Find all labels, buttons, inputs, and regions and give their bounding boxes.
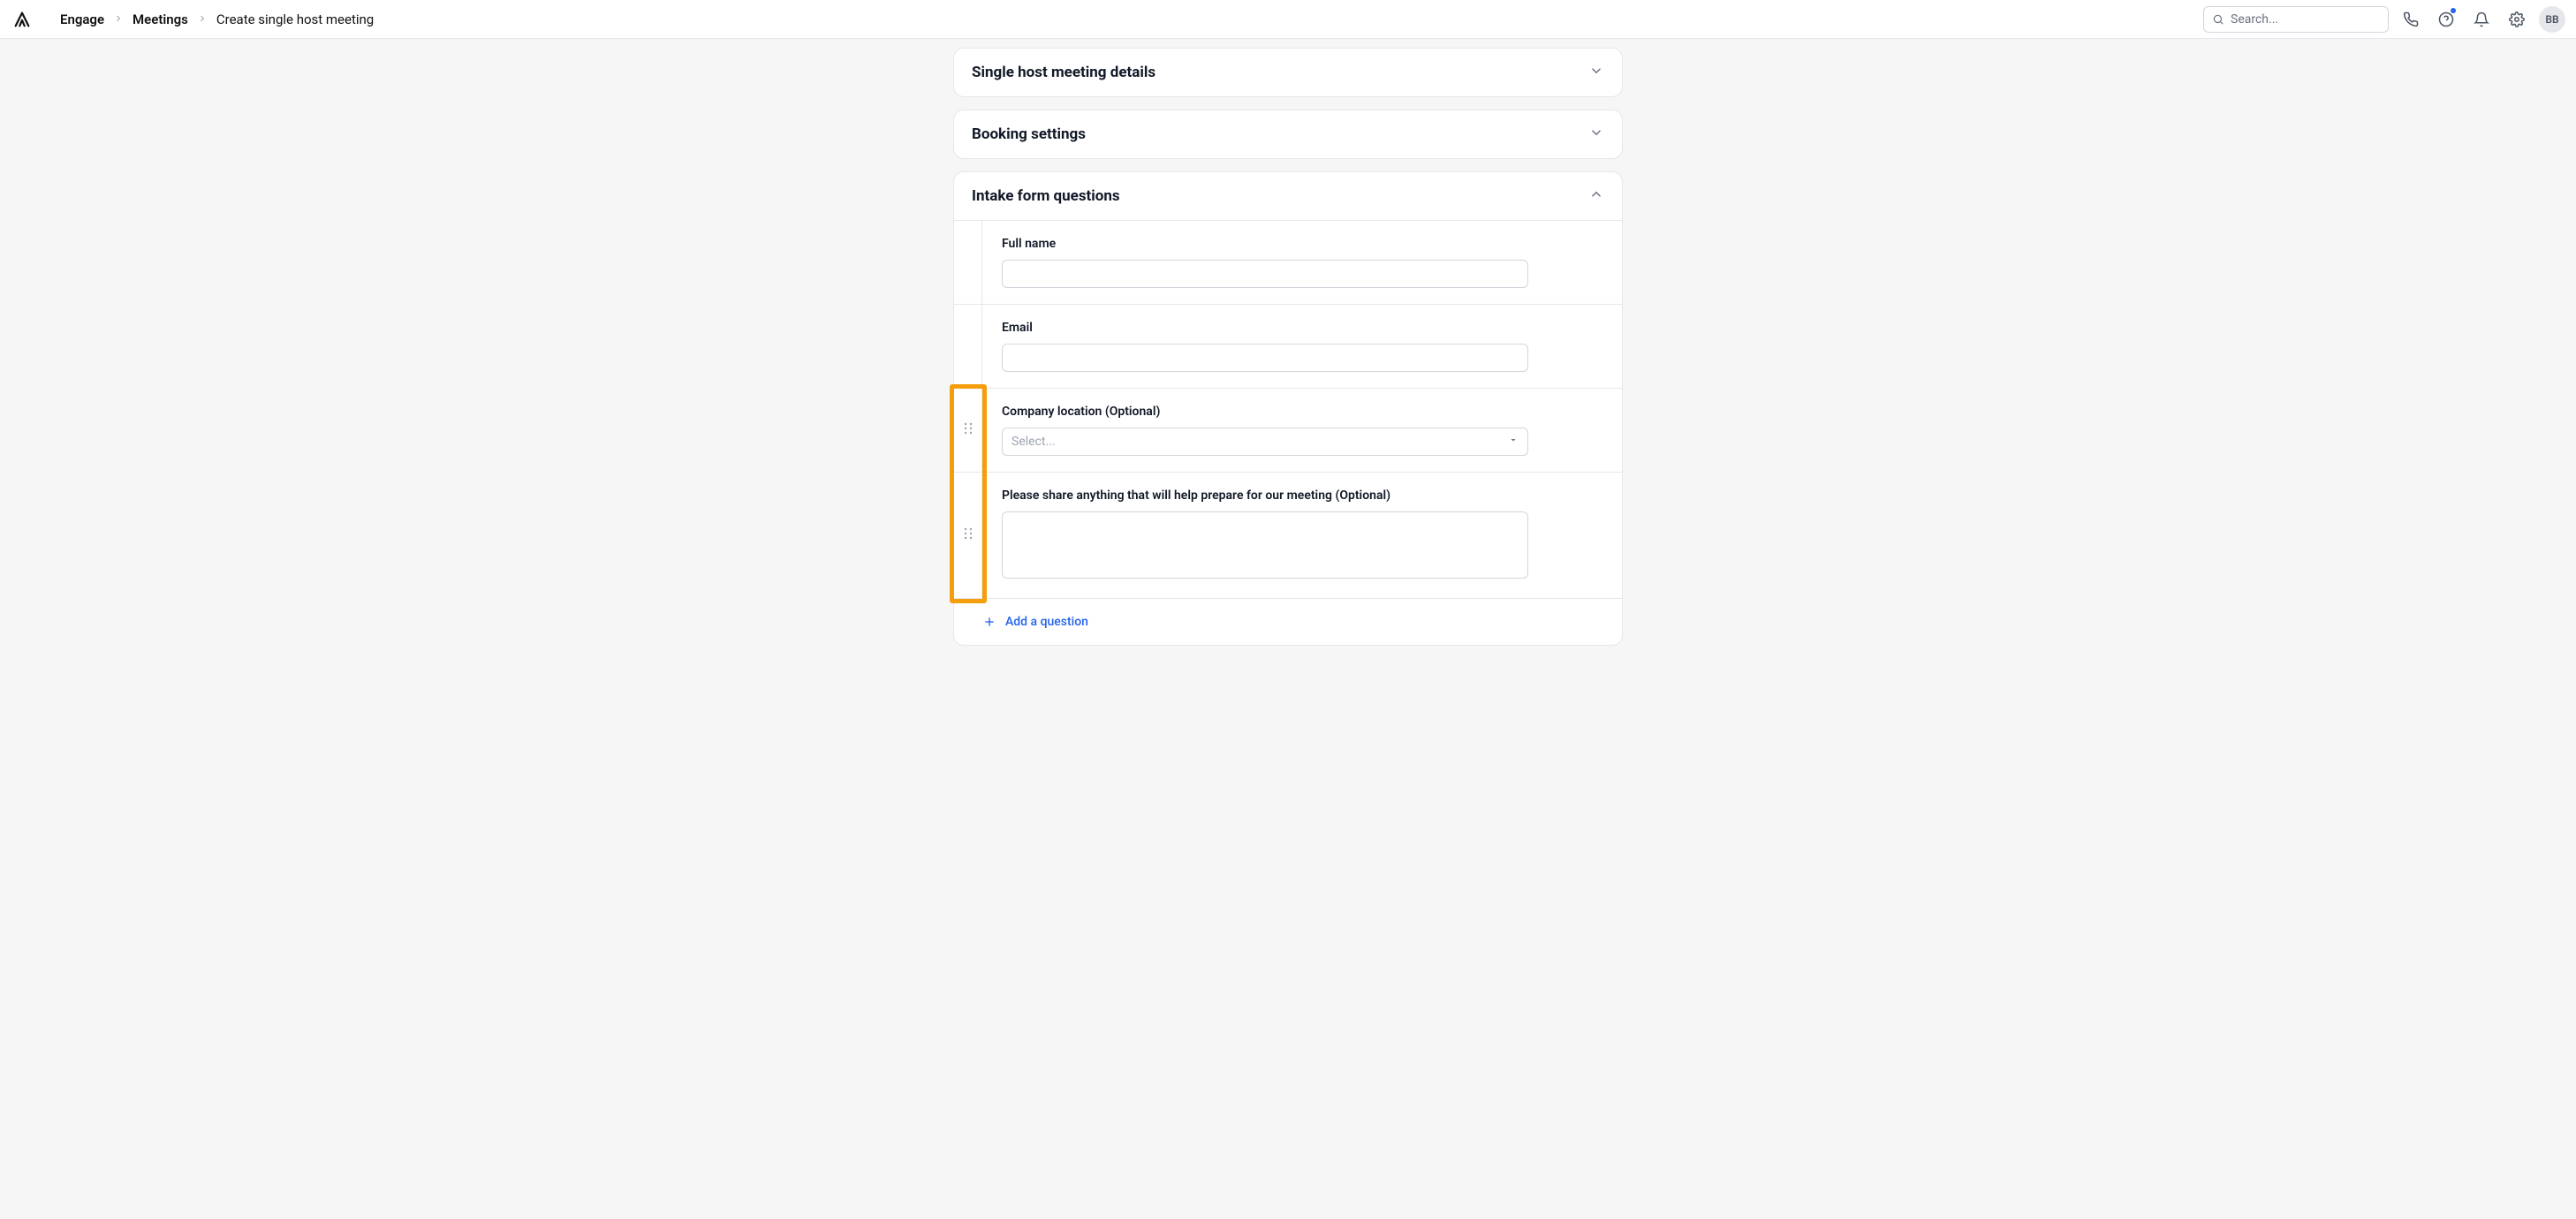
question-label: Full name — [1002, 237, 1528, 251]
breadcrumb-current: Create single host meeting — [216, 11, 374, 27]
grip-column — [954, 221, 982, 304]
add-question-label: Add a question — [1005, 615, 1088, 629]
question-content: Company location (Optional) Select... — [982, 389, 1622, 472]
page: Single host meeting details Booking sett… — [0, 39, 2576, 1219]
drag-handle-icon[interactable] — [964, 527, 973, 543]
bell-icon[interactable] — [2468, 6, 2495, 33]
intake-body: Full name Email Company location (Optional… — [954, 220, 1622, 599]
search-icon — [2212, 13, 2224, 26]
help-icon[interactable] — [2433, 6, 2459, 33]
intake-card: Intake form questions Full name Email Comp… — [953, 171, 1623, 646]
question-row: Email — [954, 305, 1622, 389]
add-question-button[interactable]: Add a question — [954, 599, 1622, 645]
breadcrumb: Engage Meetings Create single host meeti… — [60, 11, 374, 27]
caret-down-icon — [1508, 435, 1519, 449]
select-input[interactable]: Select... — [1002, 428, 1528, 456]
booking-card-title: Booking settings — [972, 125, 1086, 143]
chevron-down-icon — [1588, 125, 1604, 144]
question-label: Email — [1002, 321, 1528, 335]
notification-dot — [2451, 8, 2456, 13]
booking-card: Booking settings — [953, 110, 1623, 159]
select-placeholder: Select... — [1011, 435, 1056, 449]
form-container: Single host meeting details Booking sett… — [953, 48, 1623, 646]
details-card-title: Single host meeting details — [972, 64, 1155, 81]
grip-column — [954, 389, 982, 472]
search-wrap — [2203, 6, 2389, 33]
grip-column — [954, 473, 982, 598]
question-label: Company location (Optional) — [1002, 405, 1528, 419]
gear-icon[interactable] — [2504, 6, 2530, 33]
textarea-input[interactable] — [1002, 511, 1528, 579]
chevron-up-icon — [1588, 186, 1604, 206]
question-content: Email — [982, 305, 1622, 388]
question-row: Company location (Optional) Select... — [954, 389, 1622, 473]
question-row: Please share anything that will help pre… — [954, 473, 1622, 599]
breadcrumb-meetings[interactable]: Meetings — [133, 11, 188, 27]
question-row: Full name — [954, 221, 1622, 305]
plus-icon — [982, 615, 996, 629]
chevron-down-icon — [1588, 63, 1604, 82]
phone-icon[interactable] — [2398, 6, 2424, 33]
chevron-right-icon — [113, 11, 124, 27]
text-input[interactable] — [1002, 260, 1528, 288]
topbar: Engage Meetings Create single host meeti… — [0, 0, 2576, 39]
topbar-actions: BB — [2203, 6, 2565, 33]
details-card: Single host meeting details — [953, 48, 1623, 97]
text-input[interactable] — [1002, 344, 1528, 372]
drag-handle-icon[interactable] — [964, 422, 973, 438]
intake-card-title: Intake form questions — [972, 187, 1120, 205]
question-label: Please share anything that will help pre… — [1002, 488, 1528, 503]
brand-logo[interactable] — [12, 10, 32, 29]
grip-column — [954, 305, 982, 388]
question-content: Full name — [982, 221, 1622, 304]
details-card-header[interactable]: Single host meeting details — [954, 49, 1622, 96]
chevron-right-icon — [197, 11, 208, 27]
avatar[interactable]: BB — [2539, 6, 2565, 33]
question-content: Please share anything that will help pre… — [982, 473, 1622, 598]
booking-card-header[interactable]: Booking settings — [954, 110, 1622, 158]
intake-card-header[interactable]: Intake form questions — [954, 172, 1622, 220]
breadcrumb-engage[interactable]: Engage — [60, 11, 104, 27]
search-input[interactable] — [2203, 6, 2389, 33]
